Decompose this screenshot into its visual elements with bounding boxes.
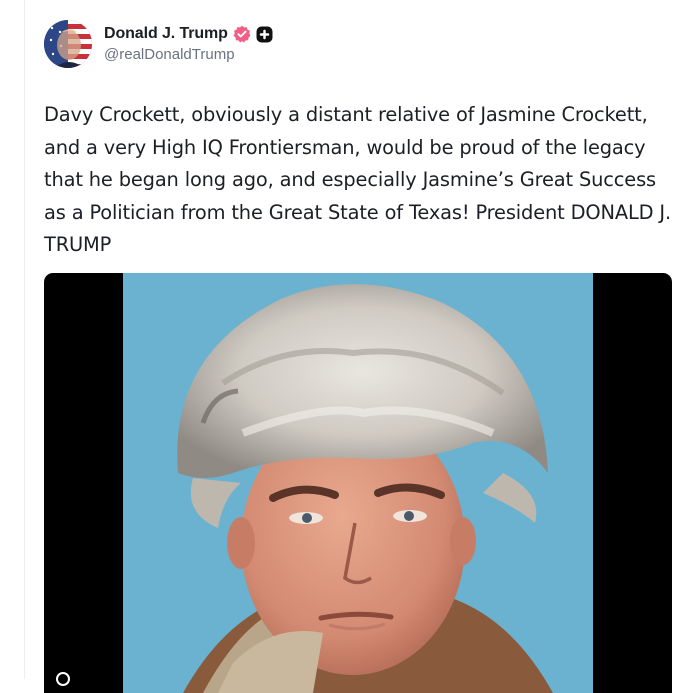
post-text: Davy Crockett, obviously a distant relat… (44, 103, 671, 256)
author-name-row: Donald J. Trump (104, 25, 273, 43)
video-frame (123, 273, 593, 693)
author-display-name[interactable]: Donald J. Trump (104, 25, 228, 43)
author-handle[interactable]: @realDonaldTrump (104, 46, 273, 63)
post-header: Donald J. Trump @realDonaldTrump (44, 18, 674, 70)
video-still-image (123, 273, 593, 693)
verified-badge-icon (233, 25, 251, 43)
avatar[interactable] (44, 20, 92, 68)
plus-badge-icon (256, 26, 273, 43)
avatar-image (44, 20, 92, 68)
post-video[interactable] (44, 273, 672, 693)
video-control-icon[interactable] (56, 672, 70, 686)
post: Donald J. Trump @realDonaldTrump Davy Cr… (44, 18, 674, 262)
author-info: Donald J. Trump @realDonaldTrump (104, 25, 273, 63)
timeline-divider (24, 0, 25, 679)
